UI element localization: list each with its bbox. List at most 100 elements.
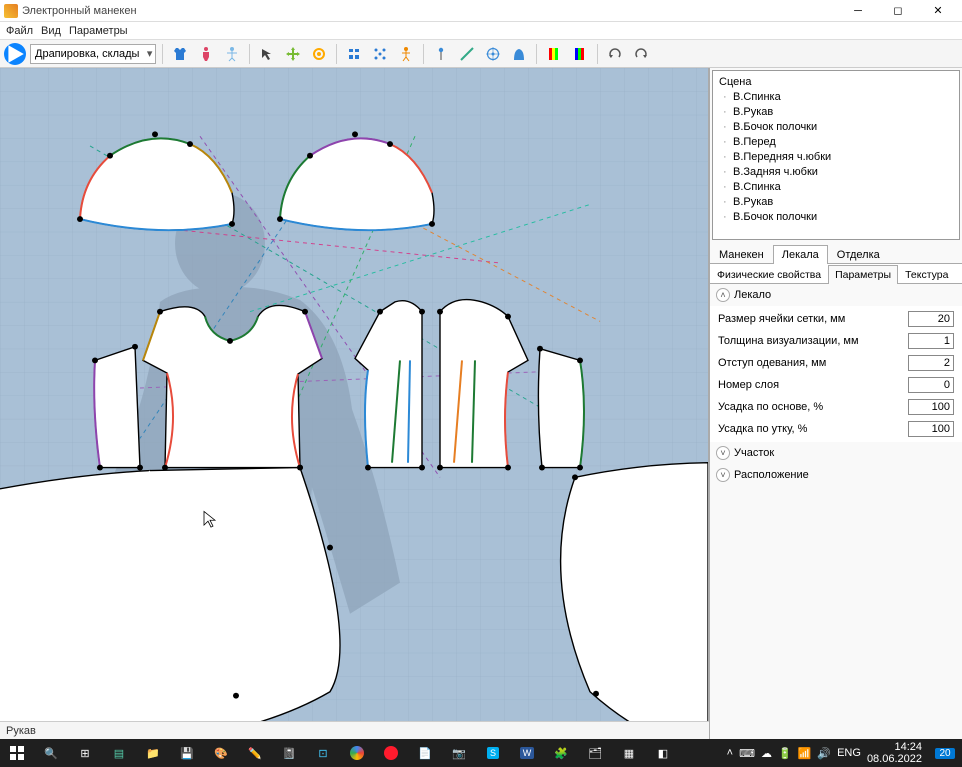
taskbar-app[interactable]: 📄 [408,739,442,767]
taskbar-app[interactable]: 📷 [442,739,476,767]
taskbar-app[interactable]: 📁 [136,739,170,767]
design-canvas[interactable] [0,68,709,721]
notifications-button[interactable]: 20 [928,739,962,767]
menu-params[interactable]: Параметры [69,25,128,37]
taskbar-app[interactable]: ✏️ [238,739,272,767]
keyboard-icon[interactable]: ⌨ [739,747,755,760]
close-button[interactable]: ✕ [918,0,958,22]
task-view-icon[interactable]: ⊞ [68,739,102,767]
section-area-header[interactable]: ˅ Участок [710,442,962,464]
search-icon[interactable]: 🔍 [34,739,68,767]
separator [536,44,537,64]
taskbar-clock[interactable]: 14:24 08.06.2022 [867,741,928,765]
tab-mannequin[interactable]: Манекен [710,245,773,264]
separator [597,44,598,64]
menu-view[interactable]: Вид [41,25,61,37]
redo-icon[interactable] [630,43,652,65]
arrow-icon[interactable] [256,43,278,65]
volume-icon[interactable]: 🔊 [817,747,831,760]
figure-icon[interactable] [395,43,417,65]
taskbar-app[interactable] [340,739,374,767]
menu-bar: Файл Вид Параметры [0,22,962,40]
app-icon [4,4,18,18]
tab-patterns[interactable]: Лекала [773,245,828,264]
scene-item[interactable]: В.Бочок полочки [719,210,953,225]
scene-item[interactable]: В.Рукав [719,105,953,120]
play-button[interactable] [4,43,26,65]
subtab-params[interactable]: Параметры [828,265,898,284]
shape-icon[interactable] [508,43,530,65]
gear-settings-icon[interactable] [308,43,330,65]
scene-item[interactable]: В.Перед [719,135,953,150]
taskbar-app[interactable]: ▤ [102,739,136,767]
clock-date: 08.06.2022 [867,753,922,765]
maximize-button[interactable]: ◻ [878,0,918,22]
language-indicator[interactable]: ENG [837,747,861,759]
prop-layer-number[interactable] [908,377,954,393]
notifications-count: 20 [935,748,954,759]
mannequin-icon[interactable] [195,43,217,65]
prop-label: Толщина визуализации, мм [718,335,902,347]
panel-sub-tabs: Физические свойства Параметры Текстура [710,264,962,284]
taskbar-app[interactable]: ▦ [612,739,646,767]
pin-icon[interactable] [430,43,452,65]
body-icon[interactable] [221,43,243,65]
title-bar: Электронный манекен ─ ◻ ✕ [0,0,962,22]
prop-shrink-warp[interactable] [908,399,954,415]
subtab-texture[interactable]: Текстура [898,265,955,284]
system-tray[interactable]: ˄ ⌨ ☁ 🔋 📶 🔊 ENG [721,747,867,760]
taskbar-app[interactable]: S [476,739,510,767]
scene-item[interactable]: В.Рукав [719,195,953,210]
battery-icon[interactable]: 🔋 [778,747,792,760]
start-button[interactable] [0,739,34,767]
wifi-icon[interactable]: 📶 [798,747,812,760]
windows-taskbar: 🔍 ⊞ ▤ 📁 💾 🎨 ✏️ 📓 ⊡ 📄 📷 S W 🧩 🗂 ▦ ◧ ˄ ⌨ ☁… [0,739,962,767]
right-panel: Сцена В.Спинка В.Рукав В.Бочок полочки В… [709,68,962,739]
section-pattern-body: Размер ячейки сетки, мм Толщина визуализ… [710,306,962,442]
scene-item[interactable]: В.Спинка [719,180,953,195]
taskbar-app[interactable]: 🧩 [544,739,578,767]
undo-icon[interactable] [604,43,626,65]
minimize-button[interactable]: ─ [838,0,878,22]
tab-finishing[interactable]: Отделка [828,245,889,264]
menu-file[interactable]: Файл [6,25,33,37]
move-icon[interactable] [282,43,304,65]
scene-item[interactable]: В.Передняя ч.юбки [719,150,953,165]
line-icon[interactable] [456,43,478,65]
circle-target-icon[interactable] [482,43,504,65]
cloud-icon[interactable]: ☁ [761,747,772,760]
pattern-front-icon[interactable] [343,43,365,65]
clock-time: 14:24 [867,741,922,753]
scene-item[interactable]: В.Бочок полочки [719,120,953,135]
prop-label: Отступ одевания, мм [718,357,902,369]
taskbar-app[interactable]: 💾 [170,739,204,767]
gradient1-icon[interactable] [543,43,565,65]
scene-item[interactable]: В.Спинка [719,90,953,105]
subtab-physics[interactable]: Физические свойства [710,265,828,284]
gradient2-icon[interactable] [569,43,591,65]
taskbar-app[interactable]: ⊡ [306,739,340,767]
prop-shrink-weft[interactable] [908,421,954,437]
prop-dress-offset[interactable] [908,355,954,371]
taskbar-app[interactable]: 📓 [272,739,306,767]
prop-label: Усадка по утку, % [718,423,902,435]
shirt-icon[interactable] [169,43,191,65]
status-bar: Рукав [0,721,709,739]
mode-dropdown[interactable]: Драпировка, склады [30,44,156,64]
taskbar-app[interactable]: 🗂 [578,739,612,767]
tray-chevron-icon[interactable]: ˄ [727,747,733,759]
taskbar-app[interactable]: 🎨 [204,739,238,767]
section-pattern-header[interactable]: ˄ Лекало [710,284,962,306]
scene-root[interactable]: Сцена [719,75,953,90]
seam-icon[interactable] [369,43,391,65]
scene-tree[interactable]: Сцена В.Спинка В.Рукав В.Бочок полочки В… [712,70,960,240]
mode-dropdown-label: Драпировка, склады [35,48,139,60]
prop-visual-thickness[interactable] [908,333,954,349]
scene-item[interactable]: В.Задняя ч.юбки [719,165,953,180]
separator [162,44,163,64]
taskbar-app[interactable]: W [510,739,544,767]
prop-grid-size[interactable] [908,311,954,327]
taskbar-app[interactable]: ◧ [646,739,680,767]
taskbar-app[interactable] [374,739,408,767]
section-placement-header[interactable]: ˅ Расположение [710,464,962,486]
